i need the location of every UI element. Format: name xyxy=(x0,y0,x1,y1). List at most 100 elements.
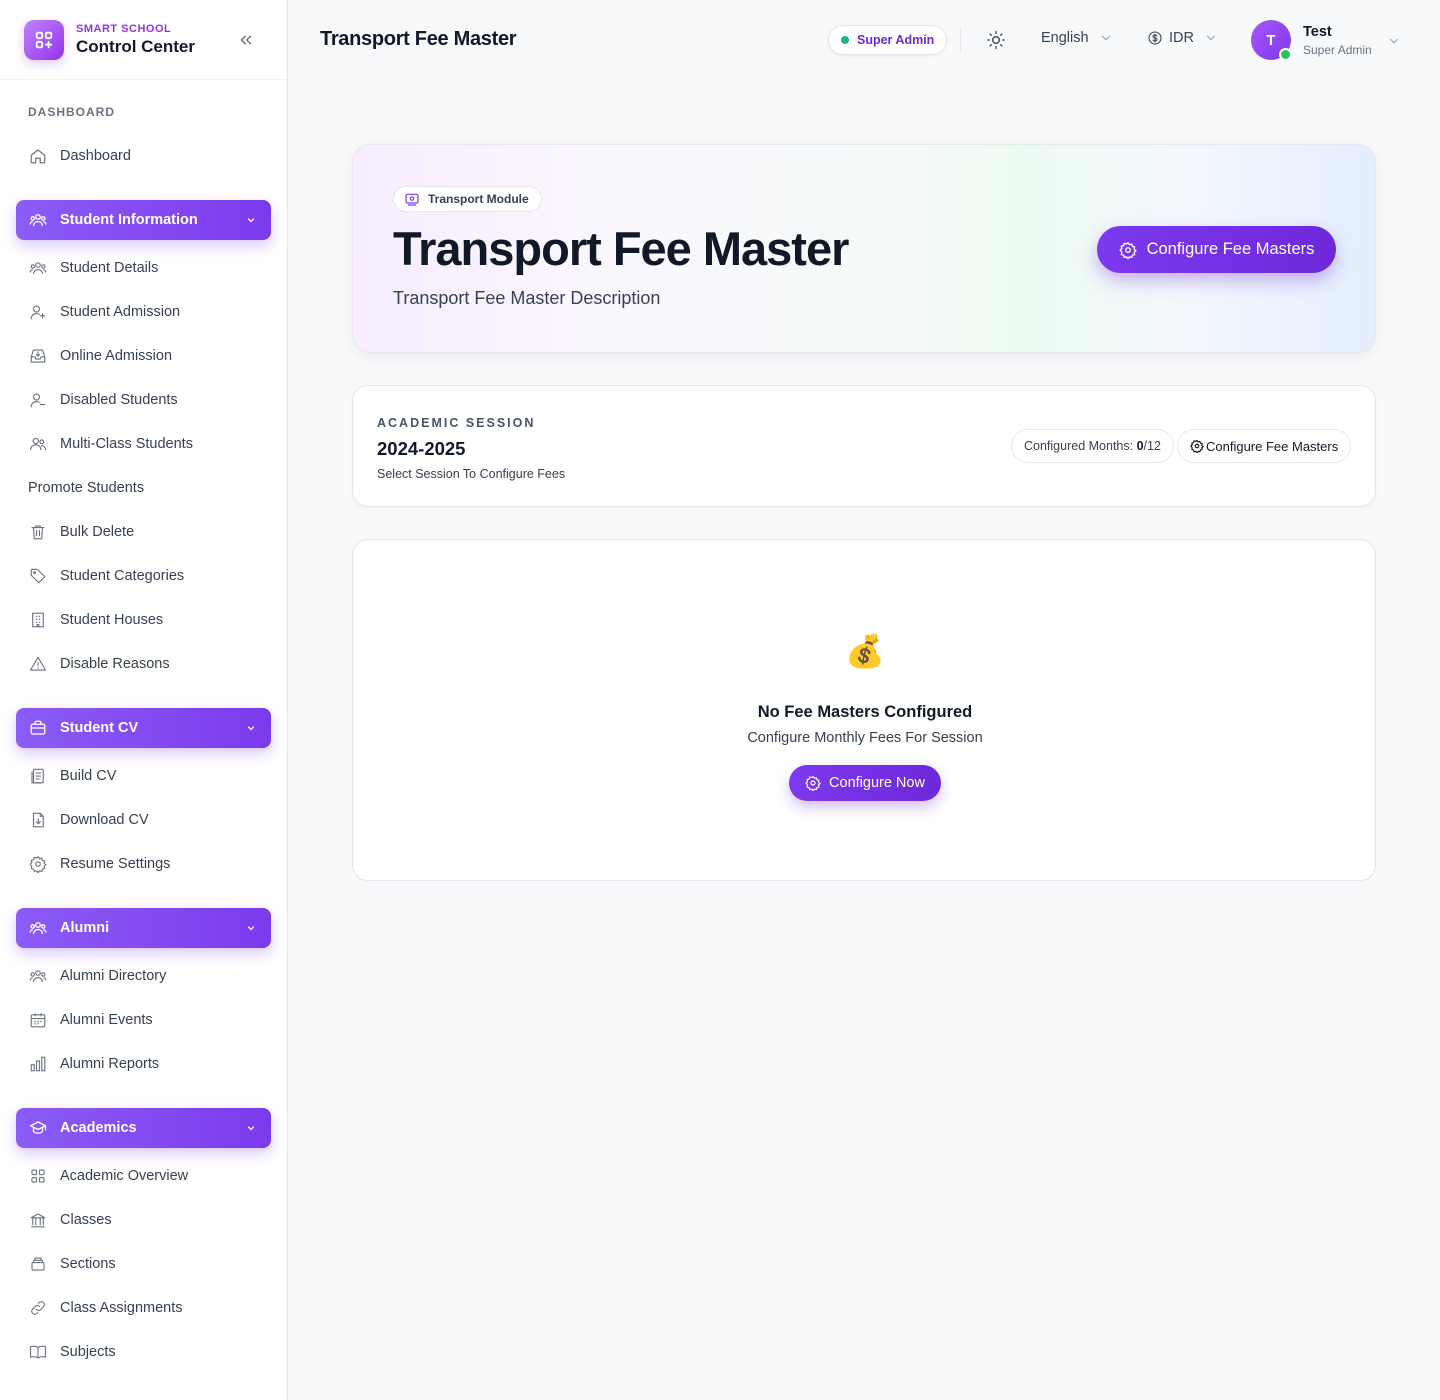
sidebar-item-label: Student Details xyxy=(60,260,159,276)
sidebar-item-subjects[interactable]: Subjects xyxy=(16,1332,271,1372)
sun-icon[interactable] xyxy=(986,30,1006,50)
sidebar-item-student-details[interactable]: Student Details xyxy=(16,248,271,288)
academic-session-card: ACADEMIC SESSION 2024-2025 Select Sessio… xyxy=(352,385,1376,507)
users-icon xyxy=(28,918,48,938)
chevron-down-icon xyxy=(247,726,255,731)
session-value[interactable]: 2024-2025 xyxy=(377,438,465,460)
sidebar-item-class-assignments[interactable]: Class Assignments xyxy=(16,1288,271,1328)
sidebar-item-alumni-events[interactable]: Alumni Events xyxy=(16,1000,271,1040)
top-header: Transport Fee Master Super Admin English… xyxy=(288,0,1440,80)
sidebar-item-label: Online Admission xyxy=(60,348,173,364)
sidebar-item-label: Student Admission xyxy=(60,304,181,320)
sidebar-item-classes[interactable]: Classes xyxy=(16,1200,271,1240)
users-icon xyxy=(28,966,48,986)
configure-fee-masters-small-button[interactable]: Configure Fee Masters xyxy=(1177,429,1352,463)
chevron-down-icon xyxy=(1206,35,1216,41)
sidebar-group-label: Academics xyxy=(60,1120,137,1136)
button-label: Configure Fee Masters xyxy=(1206,438,1339,454)
briefcase-icon xyxy=(28,718,48,738)
grid-icon xyxy=(28,1166,48,1186)
configured-months-badge: Configured Months: 0/12 xyxy=(1011,429,1174,463)
sidebar-item-label: Disable Reasons xyxy=(60,656,170,672)
sidebar-item-label: Class Assignments xyxy=(60,1300,183,1316)
gear-icon xyxy=(1190,439,1204,453)
sidebar-group-label: Alumni xyxy=(60,920,110,936)
header-divider xyxy=(960,28,961,52)
sidebar-item-label: Bulk Delete xyxy=(60,524,135,540)
months-total: /12 xyxy=(1143,439,1161,453)
sidebar-item-alumni-directory[interactable]: Alumni Directory xyxy=(16,956,271,996)
coin-icon xyxy=(1148,31,1162,45)
sidebar-item-label: Subjects xyxy=(60,1344,116,1360)
sidebar-item-resume-settings[interactable]: Resume Settings xyxy=(16,844,271,884)
sidebar-item-label: Student Categories xyxy=(60,568,185,584)
sidebar-item-label: Build CV xyxy=(60,768,117,784)
sidebar-item-dashboard[interactable]: Dashboard xyxy=(16,136,271,176)
sidebar-group-alumni[interactable]: Alumni xyxy=(16,908,271,948)
currency-select[interactable]: IDR xyxy=(1147,30,1218,46)
sidebar-item-bulk-delete[interactable]: Bulk Delete xyxy=(16,512,271,552)
link-icon xyxy=(28,1298,48,1318)
file-download-icon xyxy=(28,810,48,830)
empty-state-description: Configure Monthly Fees For Session xyxy=(747,730,983,746)
configure-fee-masters-button[interactable]: Configure Fee Masters xyxy=(1097,226,1336,273)
sidebar-group-student-information[interactable]: Student Information xyxy=(16,200,271,240)
empty-state-card: 💰 No Fee Masters Configured Configure Mo… xyxy=(352,539,1376,881)
currency-label: IDR xyxy=(1169,30,1194,46)
chevron-down-icon xyxy=(1389,38,1399,44)
sidebar-item-sections[interactable]: Sections xyxy=(16,1244,271,1284)
user-minus-icon xyxy=(28,390,48,410)
sidebar-item-disable-reasons[interactable]: Disable Reasons xyxy=(16,644,271,684)
landmark-icon xyxy=(28,1210,48,1230)
sidebar-item-disabled-students[interactable]: Disabled Students xyxy=(16,380,271,420)
gear-icon xyxy=(28,854,48,874)
home-icon xyxy=(28,146,48,166)
alert-triangle-icon xyxy=(28,654,48,674)
book-icon xyxy=(28,1342,48,1362)
collapse-sidebar-icon[interactable] xyxy=(236,30,256,50)
months-configured: 0 xyxy=(1136,439,1144,453)
sidebar-item-multi-class-students[interactable]: Multi-Class Students xyxy=(16,424,271,464)
language-label: English xyxy=(1041,30,1089,46)
sidebar-group-academics[interactable]: Academics xyxy=(16,1108,271,1148)
file-icon xyxy=(28,766,48,786)
language-select[interactable]: English xyxy=(1041,30,1113,46)
sidebar-group-student-cv[interactable]: Student CV xyxy=(16,708,271,748)
sidebar-item-student-houses[interactable]: Student Houses xyxy=(16,600,271,640)
money-bag-icon: 💰 xyxy=(845,633,885,669)
user-role: Super Admin xyxy=(1303,43,1372,57)
sidebar-item-label: Student Houses xyxy=(60,612,164,628)
sidebar-item-student-admission[interactable]: Student Admission xyxy=(16,292,271,332)
role-badge: Super Admin xyxy=(828,25,948,55)
sidebar-item-promote-students[interactable]: Promote Students xyxy=(16,468,271,508)
module-badge: Transport Module xyxy=(393,186,542,212)
hero-card: Transport Module Transport Fee Master Tr… xyxy=(352,144,1376,353)
users-icon xyxy=(28,258,48,278)
sidebar-item-academic-overview[interactable]: Academic Overview xyxy=(16,1156,271,1196)
sidebar-item-label: Resume Settings xyxy=(60,856,171,872)
brand: SMART SCHOOL Control Center xyxy=(0,0,287,80)
user-plus-icon xyxy=(28,302,48,322)
chevron-down-icon xyxy=(247,926,255,931)
sidebar-item-student-categories[interactable]: Student Categories xyxy=(16,556,271,596)
sidebar-item-online-admission[interactable]: Online Admission xyxy=(16,336,271,376)
months-label: Configured Months: xyxy=(1024,439,1134,453)
sidebar-item-build-cv[interactable]: Build CV xyxy=(16,756,271,796)
sidebar-item-label: Classes xyxy=(60,1212,112,1228)
gear-icon xyxy=(1118,241,1137,259)
users-icon xyxy=(28,434,48,454)
bus-ticket-icon xyxy=(404,191,420,207)
apps-logo-icon xyxy=(24,19,64,60)
module-badge-label: Transport Module xyxy=(428,192,529,206)
configure-now-button[interactable]: Configure Now xyxy=(789,765,941,801)
sidebar-item-label: Multi-Class Students xyxy=(60,436,193,452)
sidebar-item-alumni-reports[interactable]: Alumni Reports xyxy=(16,1044,271,1084)
user-name: Test xyxy=(1303,24,1332,40)
user-menu[interactable]: T Test Super Admin xyxy=(1251,20,1411,61)
status-dot xyxy=(841,36,849,44)
calendar-icon xyxy=(28,1010,48,1030)
brand-subtitle: SMART SCHOOL xyxy=(76,22,172,35)
sidebar-item-download-cv[interactable]: Download CV xyxy=(16,800,271,840)
online-indicator xyxy=(1279,48,1292,61)
sidebar-item-label: Academic Overview xyxy=(60,1168,189,1184)
